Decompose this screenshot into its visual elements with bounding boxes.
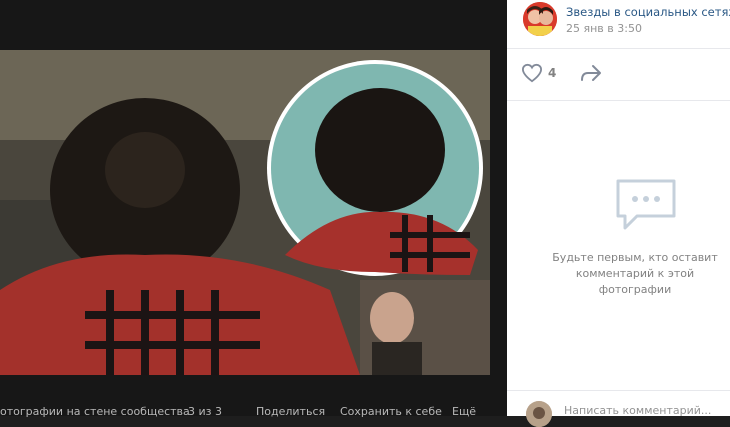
empty-message-line-2: комментарий к этой фотографии bbox=[575, 267, 695, 296]
share-photo-button[interactable]: Поделиться bbox=[256, 405, 325, 418]
heart-icon[interactable] bbox=[521, 63, 543, 83]
photo-viewer: отографии на стене сообщества 3 из 3 Под… bbox=[0, 0, 507, 418]
like-count: 4 bbox=[548, 66, 557, 80]
more-button[interactable]: Ещё bbox=[452, 405, 476, 418]
empty-message-line-1: Будьте первым, кто оставит bbox=[552, 251, 718, 264]
empty-comments-message: Будьте первым, кто оставит комментарий к… bbox=[540, 250, 730, 298]
comment-bubble-icon bbox=[615, 178, 677, 232]
photo-caption[interactable]: отографии на стене сообщества bbox=[0, 405, 190, 418]
post-date[interactable]: 25 янв в 3:50 bbox=[566, 22, 642, 35]
viewer-bottom-bar: отографии на стене сообщества 3 из 3 Под… bbox=[0, 398, 507, 418]
divider bbox=[507, 48, 730, 49]
post-photo[interactable] bbox=[0, 50, 490, 375]
current-user-avatar bbox=[526, 401, 552, 427]
divider bbox=[507, 390, 730, 391]
share-arrow-icon[interactable] bbox=[580, 64, 602, 82]
post-side-panel: Звезды в социальных сетях 25 янв в 3:50 … bbox=[507, 0, 730, 427]
photo-illustration bbox=[0, 50, 490, 375]
save-photo-button[interactable]: Сохранить к себе bbox=[340, 405, 442, 418]
comment-input[interactable]: Написать комментарий... bbox=[564, 404, 711, 417]
photo-counter: 3 из 3 bbox=[188, 405, 222, 418]
divider bbox=[507, 100, 730, 101]
author-avatar[interactable] bbox=[523, 2, 557, 36]
avatar-image bbox=[523, 2, 557, 36]
author-name[interactable]: Звезды в социальных сетях bbox=[566, 5, 730, 19]
